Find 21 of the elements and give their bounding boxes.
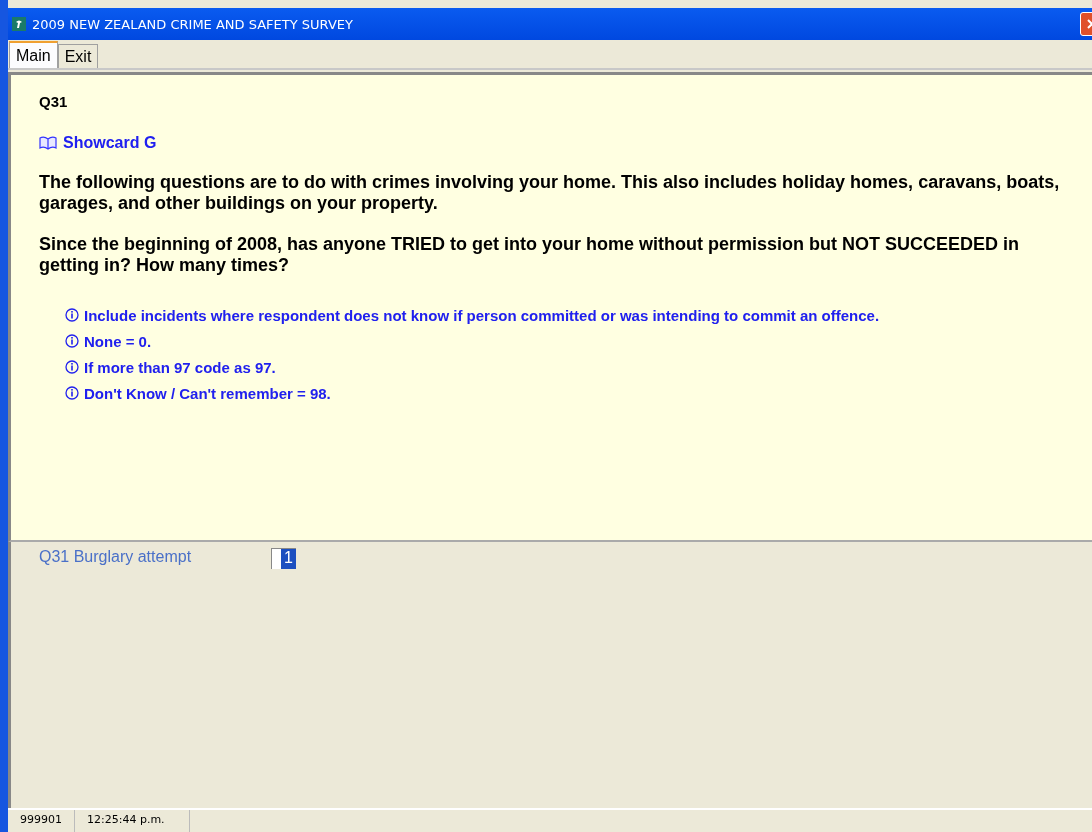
instruction-text: If more than 97 code as 97. xyxy=(84,358,276,376)
app-icon xyxy=(12,17,26,31)
info-icon xyxy=(65,386,79,400)
info-icon xyxy=(65,308,79,322)
question-text: Since the beginning of 2008, has anyone TRIED to get into your home without permission but NOT SUCCEEDED in getting in? How many times? xyxy=(39,234,1021,276)
answer-field[interactable]: 1 xyxy=(271,548,296,569)
instruction-text: None = 0. xyxy=(84,332,152,350)
question-text: The following questions are to do with crimes involving your home. This also includes holiday homes, caravans, boats, garages, and other buildings on your property. xyxy=(39,172,1061,214)
book-icon xyxy=(39,136,57,150)
window-title: 2009 NEW ZEALAND CRIME AND SAFETY SURVEY xyxy=(32,16,354,32)
status-text: 999901 xyxy=(8,810,75,832)
answer-label: Q31 Burglary attempt xyxy=(39,548,193,566)
status-text: 12:25:44 p.m. xyxy=(75,810,190,832)
question-number: Q31 xyxy=(39,93,69,110)
tab[interactable]: Exit xyxy=(57,44,99,68)
info-icon xyxy=(65,334,79,348)
instruction-text: Don't Know / Can't remember = 98. xyxy=(84,384,331,402)
instruction-text: Include incidents where respondent does not know if person committed or was intending to commit an offence. xyxy=(84,306,880,324)
info-icon xyxy=(65,360,79,374)
tab[interactable]: Main xyxy=(9,41,58,68)
showcard-link[interactable]: Showcard G xyxy=(63,134,157,152)
